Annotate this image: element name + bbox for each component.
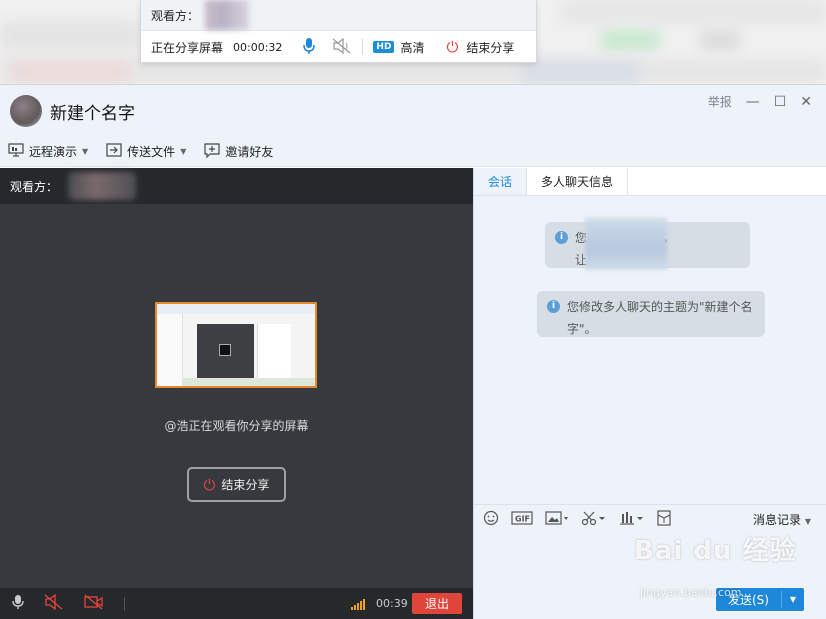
send-file-label: 传送文件 [127,145,176,159]
call-controls-bar: 00:39 退出 [0,588,473,619]
chevron-down-icon[interactable]: ▼ [782,595,804,604]
camera-off-icon[interactable] [84,594,104,614]
call-duration: 00:39 [376,597,408,610]
power-icon: ⏻ [203,475,216,494]
baidu-watermark-url: jingyan.baidu.com [640,586,742,599]
minimize-button[interactable]: — [746,94,760,110]
microphone-icon[interactable] [12,594,24,614]
window-toolbar: 远程演示 ▼ 传送文件 ▼ 邀请好友 [0,137,826,167]
thumb-taskbar [183,378,315,386]
add-chat-icon [204,142,220,161]
screen-share-panel: 观看方： @浩正在观看你分享的屏幕 ⏻ 结束分享 00:39 退出 [0,168,473,619]
chat-tabs: 会话 多人聊天信息 [474,168,826,196]
hd-icon[interactable]: HD [373,41,395,53]
svg-text:GIF: GIF [515,514,530,523]
viewer-avatar[interactable] [68,172,137,200]
gif-icon[interactable]: GIF [511,510,533,529]
red-packet-icon[interactable] [657,509,671,530]
exit-button[interactable]: 退出 [412,593,462,614]
invite-friends-button[interactable]: 邀请好友 [204,142,274,161]
message-history-button[interactable]: 消息记录 ▼ [753,511,811,528]
message-area: i 您邀 入多人聊天。 让 沟通更便捷。 i 您修改多人聊天的主题为"新建个名 … [474,196,826,501]
microphone-icon[interactable] [302,37,316,58]
window-titlebar: 新建个名字 举报 — ☐ ✕ [0,85,826,137]
quality-label[interactable]: 高清 [400,39,424,56]
speaker-muted-icon[interactable] [332,37,352,57]
viewer-avatar[interactable] [205,0,250,30]
toolbar-divider [362,39,364,55]
watching-status-text: @浩正在观看你分享的屏幕 [164,419,309,433]
viewers-label: 观看方： [10,179,59,194]
file-transfer-icon [106,143,122,160]
tab-conversation[interactable]: 会话 [474,168,527,195]
shared-screen-thumbnail[interactable] [155,302,317,388]
screen-share-toolbar: 观看方： 正在分享屏幕 00:00:32 HD 高清 ⏻ 结束分享 [140,0,537,63]
emoji-icon[interactable] [483,510,499,530]
thumb-topbar [157,304,315,314]
close-button[interactable]: ✕ [800,94,812,110]
speaker-muted-icon[interactable] [44,593,64,614]
controls-divider [124,597,125,611]
thumb-icon [219,344,231,356]
group-avatar[interactable] [10,95,42,127]
chevron-down-icon: ▼ [804,517,811,526]
chevron-down-icon: ▼ [180,147,187,156]
system-message: i 您修改多人聊天的主题为"新建个名 字"。 [537,291,765,337]
tab-group-info[interactable]: 多人聊天信息 [526,168,629,195]
send-file-button[interactable]: 传送文件 ▼ [106,143,186,160]
viewers-bar: 观看方： [0,168,473,204]
system-message-line: 您修改多人聊天的主题为"新建个名 [567,300,753,314]
power-icon[interactable]: ⏻ [446,38,458,56]
info-icon: i [555,231,568,244]
share-status-text: 正在分享屏幕 [151,40,224,55]
image-icon[interactable] [545,510,569,529]
thumb-sidebar [157,314,183,386]
history-label: 消息记录 [753,513,802,527]
maximize-button[interactable]: ☐ [774,94,787,110]
share-viewers-label: 观看方： [151,8,200,23]
thumb-chat-panel [257,324,291,379]
end-share-label: 结束分享 [221,478,270,492]
signal-strength-icon [351,598,365,610]
invite-label: 邀请好友 [225,145,274,159]
baidu-watermark-logo: Bai du 经验 [634,536,797,566]
end-share-button-large[interactable]: ⏻ 结束分享 [187,467,286,502]
remote-demo-button[interactable]: 远程演示 ▼ [8,143,88,160]
share-timer: 00:00:32 [233,40,283,54]
system-message: i 您邀 入多人聊天。 让 沟通更便捷。 [545,218,750,270]
window-title: 新建个名字 [50,103,135,124]
redacted-name [585,218,667,270]
bar-chart-icon[interactable] [619,510,645,530]
end-share-button[interactable]: 结束分享 [466,39,514,56]
remote-demo-label: 远程演示 [29,145,78,159]
scissors-icon[interactable] [581,510,607,530]
system-message-line: 字"。 [567,322,597,336]
info-icon: i [547,300,560,313]
report-button[interactable]: 举报 [708,93,732,110]
monitor-icon [8,143,24,160]
chevron-down-icon: ▼ [82,147,89,156]
